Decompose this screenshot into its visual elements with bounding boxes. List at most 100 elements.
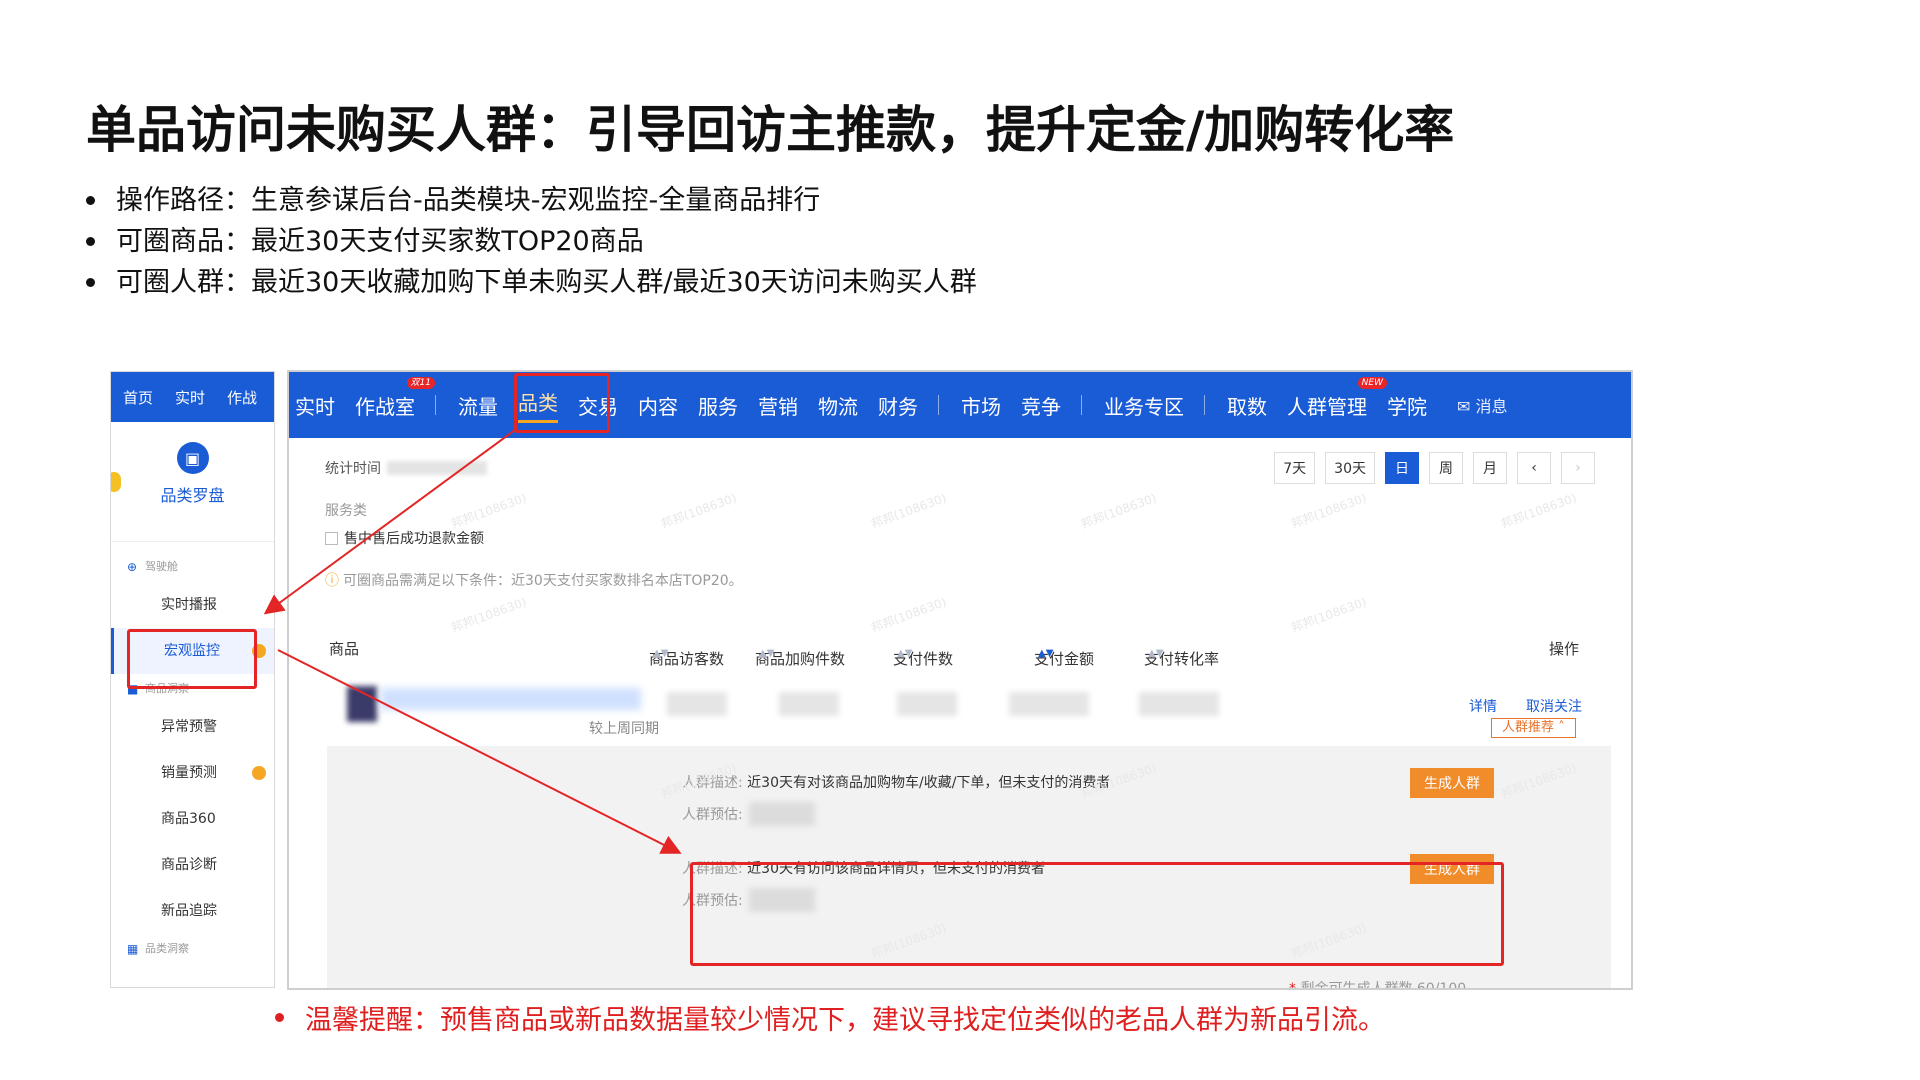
crowd-description: 近30天有对该商品加购物车/收藏/下单，但未支付的消费者 xyxy=(747,775,1111,791)
chevron-up-icon: ˄ xyxy=(1558,720,1565,735)
sidebar-item-anomaly-alert[interactable]: 异常预警 xyxy=(111,704,274,750)
table-row: 较上周同期 详情 取消关注 人群推荐 ˄ xyxy=(289,678,1631,738)
cart-items-value xyxy=(779,692,839,716)
crowd-estimate-value xyxy=(748,888,815,912)
crowd-estimate-value xyxy=(748,802,815,826)
nav-finance[interactable]: 财务 xyxy=(878,391,918,420)
crowd-recommend-panel: 人群描述: 近30天有对该商品加购物车/收藏/下单，但未支付的消费者 人群预估:… xyxy=(327,746,1611,988)
nav-category[interactable]: 品类 xyxy=(518,387,558,423)
nav-separator xyxy=(435,395,436,415)
nav-logistics[interactable]: 物流 xyxy=(818,391,858,420)
nav-competition[interactable]: 竞争 xyxy=(1021,391,1061,420)
unfollow-link[interactable]: 取消关注 xyxy=(1526,696,1582,716)
bullet-products: 可圈商品：最近30天支付买家数TOP20商品 xyxy=(86,221,977,262)
sidebar-item-new-product-tracking[interactable]: 新品追踪 xyxy=(111,888,274,934)
bag-icon: ▣ xyxy=(176,442,209,474)
nav-business-zone[interactable]: 业务专区 xyxy=(1104,391,1184,420)
bullet-list: 操作路径：生意参谋后台-品类模块-宏观监控-全量商品排行 可圈商品：最近30天支… xyxy=(86,180,977,303)
mail-icon: ✉ xyxy=(1457,397,1471,416)
status-dot xyxy=(252,644,266,658)
stat-time-label: 统计时间 xyxy=(325,461,381,477)
visitors-value xyxy=(667,692,727,716)
nav-academy[interactable]: 学院 xyxy=(1387,391,1427,420)
sort-icon: ▲▼ xyxy=(897,648,913,659)
tab-7days[interactable]: 7天 xyxy=(1274,452,1316,484)
sidebar-tab-battle[interactable]: 作战 xyxy=(227,387,257,408)
prev-button[interactable]: ‹ xyxy=(1517,452,1551,484)
remaining-crowd-count: * 剩余可生成人群数 60/100 xyxy=(1289,981,1467,990)
next-button[interactable]: › xyxy=(1561,452,1595,484)
sort-icon: ▲▼ xyxy=(1038,648,1054,659)
nav-service[interactable]: 服务 xyxy=(698,391,738,420)
refund-checkbox-label: 售中售后成功退款金额 xyxy=(344,531,484,547)
generate-crowd-button[interactable]: 生成人群 xyxy=(1410,854,1494,884)
nav-traffic[interactable]: 流量 xyxy=(458,391,498,420)
refund-checkbox[interactable] xyxy=(325,531,338,545)
business-advisor-panel: 实时 作战室 双11 流量 品类 交易 内容 服务 营销 物流 财务 市场 竞争 … xyxy=(287,370,1633,990)
sidebar-tab-home[interactable]: 首页 xyxy=(123,387,153,408)
time-range-tabs: 7天 30天 日 周 月 ‹ › xyxy=(1274,452,1595,484)
sort-icon: ▲▼ xyxy=(759,648,775,659)
stat-time-row: 统计时间 7天 30天 日 周 月 ‹ › xyxy=(289,438,1631,498)
nav-market[interactable]: 市场 xyxy=(961,391,1001,420)
col-actions: 操作 xyxy=(1549,640,1580,658)
slide-title: 单品访问未购买人群：引导回访主推款，提升定金/加购转化率 xyxy=(86,101,1455,159)
paid-amount-value xyxy=(1009,692,1089,716)
compass-label: 品类罗盘 xyxy=(160,486,225,505)
nav-marketing[interactable]: 营销 xyxy=(758,391,798,420)
double11-badge: 双11 xyxy=(406,376,435,389)
new-badge: NEW xyxy=(1357,376,1387,389)
product-thumbnail[interactable] xyxy=(347,686,377,722)
nav-message[interactable]: ✉ 消息 xyxy=(1457,393,1508,417)
detail-link[interactable]: 详情 xyxy=(1469,696,1497,716)
product-title[interactable] xyxy=(381,688,641,710)
eligibility-notice: ⓘ 可圈商品需满足以下条件：近30天支付买家数排名本店TOP20。 xyxy=(325,573,743,589)
nav-separator xyxy=(1081,395,1082,415)
tab-30days[interactable]: 30天 xyxy=(1325,452,1375,484)
sidebar-item-product-diagnosis[interactable]: 商品诊断 xyxy=(111,842,274,888)
nav-crowd-management[interactable]: 人群管理 NEW xyxy=(1287,376,1387,420)
tab-month[interactable]: 月 xyxy=(1473,452,1507,484)
conversion-value xyxy=(1139,692,1219,716)
sidebar-tab-realtime[interactable]: 实时 xyxy=(175,387,205,408)
sidebar-group-cockpit[interactable]: ⊕ 驾驶舱 xyxy=(111,552,274,582)
crowd-description: 近30天有访问该商品详情页，但未支付的消费者 xyxy=(747,861,1045,877)
tab-week[interactable]: 周 xyxy=(1429,452,1463,484)
service-label: 服务类 xyxy=(325,503,367,519)
sidebar-item-product-360[interactable]: 商品360 xyxy=(111,796,274,842)
nav-trade[interactable]: 交易 xyxy=(578,391,618,420)
chevron-right-icon: › xyxy=(1575,460,1581,476)
category-compass[interactable]: ▣ 品类罗盘 xyxy=(111,422,274,542)
tab-day[interactable]: 日 xyxy=(1385,452,1419,484)
lock-icon: ■ xyxy=(127,682,139,696)
nav-fetch-data[interactable]: 取数 xyxy=(1227,391,1267,420)
col-product: 商品 xyxy=(329,640,360,658)
top-nav: 实时 作战室 双11 流量 品类 交易 内容 服务 营销 物流 财务 市场 竞争 … xyxy=(289,372,1631,438)
status-dot xyxy=(252,766,266,780)
sidebar-group-category-insight[interactable]: ▦ 品类洞察 xyxy=(111,934,274,964)
paid-items-value xyxy=(897,692,957,716)
nav-realtime[interactable]: 实时 xyxy=(295,391,335,420)
sort-icon: ▲▼ xyxy=(1148,648,1164,659)
sidebar-group-product-insight[interactable]: ■ 商品洞察 xyxy=(111,674,274,704)
compare-label: 较上周同期 xyxy=(589,721,659,737)
bullet-path: 操作路径：生意参谋后台-品类模块-宏观监控-全量商品排行 xyxy=(86,180,977,221)
nav-separator xyxy=(1204,395,1205,415)
nav-content[interactable]: 内容 xyxy=(638,391,678,420)
generate-crowd-button[interactable]: 生成人群 xyxy=(1410,768,1494,798)
crowd-cart-unpaid: 人群描述: 近30天有对该商品加购物车/收藏/下单，但未支付的消费者 人群预估: xyxy=(682,772,1110,826)
refund-checkbox-row[interactable]: 售中售后成功退款金额 xyxy=(289,528,1631,548)
sidebar-item-macro-monitor[interactable]: 宏观监控 xyxy=(111,628,274,674)
info-icon: ⓘ xyxy=(325,573,339,589)
category-sidebar: 首页 实时 作战 ▣ 品类罗盘 ⊕ 驾驶舱 实时播报 宏观监控 ■ 商品洞察 异常预… xyxy=(110,371,275,988)
reminder-tip: 温馨提醒：预售商品或新品数据量较少情况下，建议寻找定位类似的老品人群为新品引流。 xyxy=(275,998,1385,1037)
sidebar-tag xyxy=(111,472,121,492)
sidebar-item-sales-forecast[interactable]: 销量预测 xyxy=(111,750,274,796)
sidebar-item-realtime-report[interactable]: 实时播报 xyxy=(111,582,274,628)
crowd-recommend-toggle[interactable]: 人群推荐 ˄ xyxy=(1491,718,1576,738)
crowd-visit-unpaid: 人群描述: 近30天有访问该商品详情页，但未支付的消费者 人群预估: xyxy=(682,858,1045,912)
grid-icon: ▦ xyxy=(127,942,139,956)
compass-icon: ⊕ xyxy=(127,560,138,574)
sidebar-top-tabs: 首页 实时 作战 xyxy=(111,372,274,422)
nav-battle-room[interactable]: 作战室 双11 xyxy=(355,376,435,420)
